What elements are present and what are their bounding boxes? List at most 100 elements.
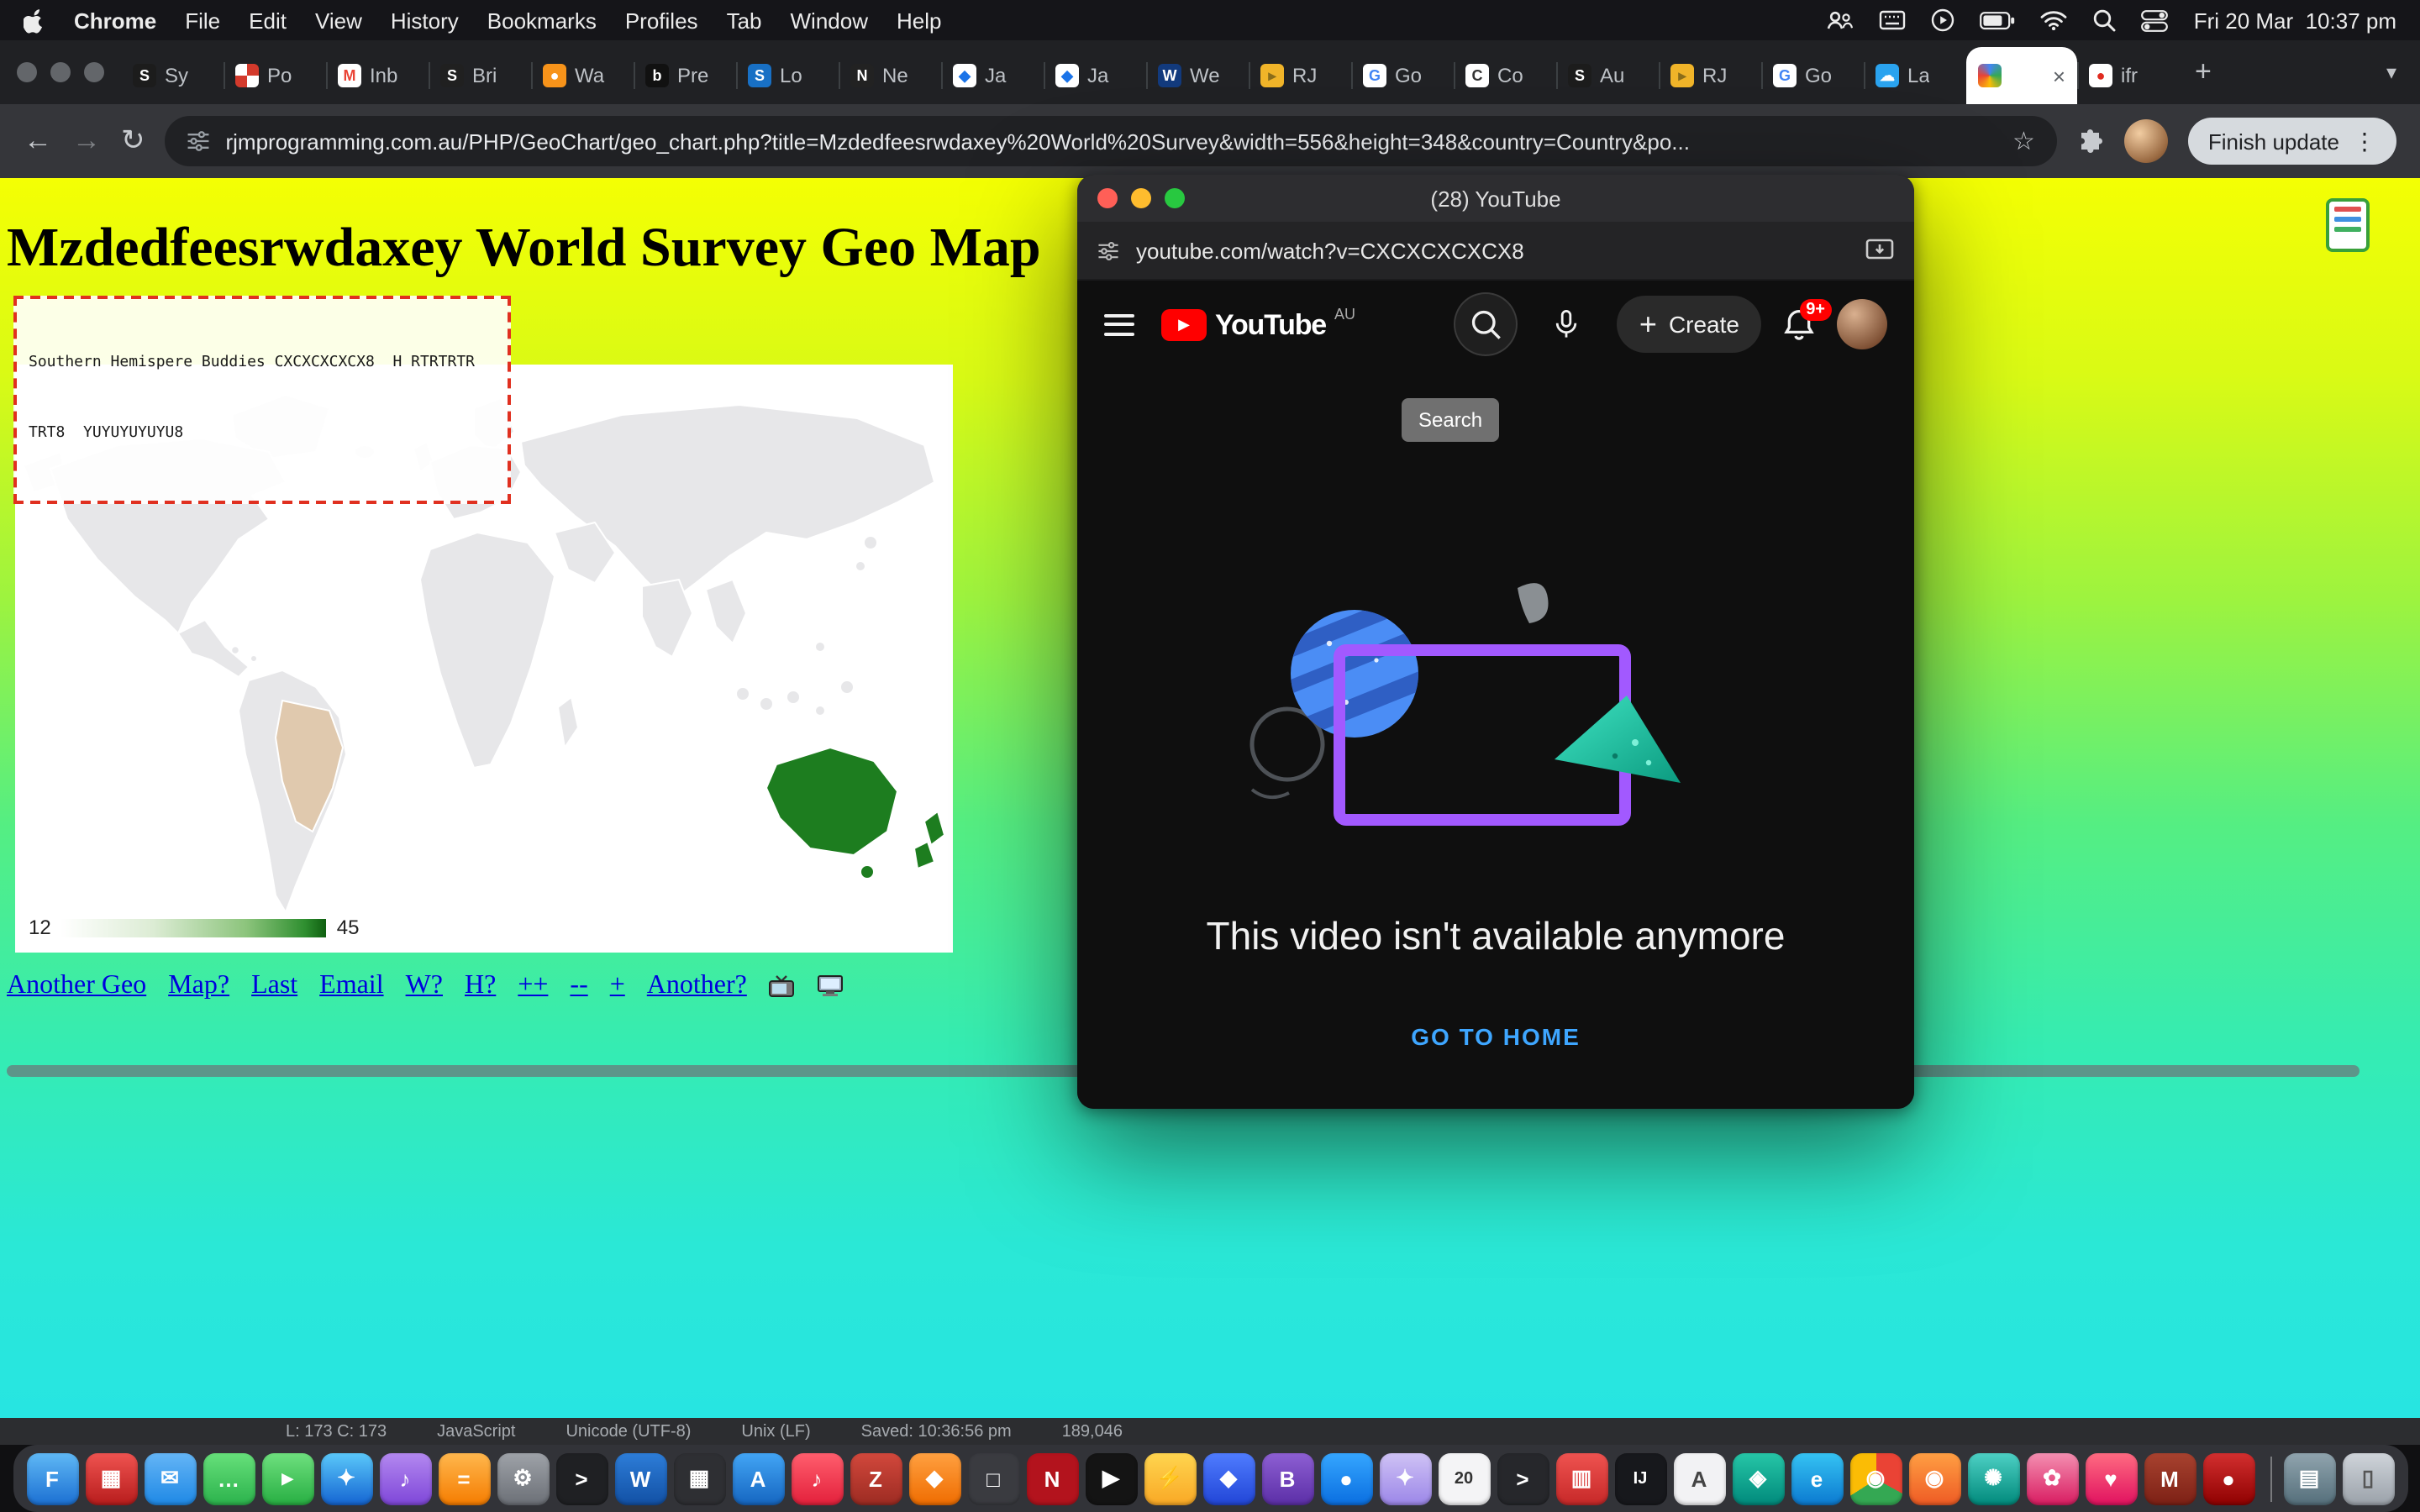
back-button[interactable]: ← xyxy=(24,124,52,158)
link-another-geo[interactable]: Another Geo xyxy=(7,971,146,1001)
finish-update-button[interactable]: Finish update ⋮ xyxy=(2188,118,2396,165)
browser-tab[interactable]: GGo xyxy=(1351,47,1454,104)
dock-app-messages[interactable]: … xyxy=(203,1452,255,1504)
account-avatar[interactable] xyxy=(1837,299,1887,349)
dock-app-terminal[interactable]: > xyxy=(1497,1452,1549,1504)
browser-tab[interactable]: bPre xyxy=(634,47,736,104)
menu-bookmarks[interactable]: Bookmarks xyxy=(487,8,597,33)
link-h[interactable]: H? xyxy=(465,971,496,1001)
browser-tab[interactable]: MInb xyxy=(326,47,429,104)
menu-file[interactable]: File xyxy=(185,8,220,33)
battery-icon[interactable] xyxy=(1981,11,2016,29)
dock-app-appstore[interactable]: A xyxy=(732,1452,784,1504)
youtube-logo[interactable]: ▶ YouTube AU xyxy=(1161,308,1355,340)
extensions-icon[interactable] xyxy=(2077,128,2104,155)
menu-edit[interactable]: Edit xyxy=(249,8,287,33)
menu-tab[interactable]: Tab xyxy=(727,8,762,33)
browser-tab[interactable]: SLo xyxy=(736,47,839,104)
dock-app-app[interactable]: ● xyxy=(2202,1452,2254,1504)
dock-app-safari[interactable]: ✦ xyxy=(320,1452,372,1504)
browser-tab[interactable]: SBri xyxy=(429,47,531,104)
survey-textbox[interactable]: Southern Hemispere Buddies CXCXCXCXCX8 H… xyxy=(13,296,511,503)
dock-app-app[interactable]: □ xyxy=(967,1452,1019,1504)
reload-button[interactable]: ↻ xyxy=(121,124,145,158)
tab-close-button[interactable]: × xyxy=(2053,63,2065,88)
region-tasmania[interactable] xyxy=(860,865,874,879)
dock-app-app[interactable]: ✺ xyxy=(1967,1452,2019,1504)
active-tab[interactable]: × xyxy=(1966,47,2077,104)
tv-icon[interactable] xyxy=(769,974,796,998)
link-item[interactable]: ++ xyxy=(518,971,548,1001)
dock-app-bootstrap[interactable]: B xyxy=(1261,1452,1313,1504)
omnibox[interactable]: rjmprogramming.com.au/PHP/GeoChart/geo_c… xyxy=(166,116,2057,166)
menu-history[interactable]: History xyxy=(391,8,459,33)
dock-app-app[interactable]: ♥ xyxy=(2085,1452,2137,1504)
close-window-button[interactable] xyxy=(17,62,37,82)
dock-app-trash[interactable]: ▯ xyxy=(2342,1452,2394,1504)
link-w[interactable]: W? xyxy=(406,971,443,1001)
zoom-window-button[interactable] xyxy=(84,62,104,82)
browser-tab[interactable]: SAu xyxy=(1556,47,1659,104)
country-new-zealand[interactable] xyxy=(924,811,944,845)
dock-app-app[interactable]: ◈ xyxy=(1732,1452,1784,1504)
dock-app-app[interactable]: ◆ xyxy=(908,1452,960,1504)
browser-tab[interactable]: CCo xyxy=(1454,47,1556,104)
link-another[interactable]: Another? xyxy=(647,971,747,1001)
dock-app-calendar[interactable]: 20 xyxy=(1438,1452,1490,1504)
dock-app-app[interactable]: ◆ xyxy=(1202,1452,1255,1504)
site-settings-icon[interactable] xyxy=(187,129,211,153)
dock-app-app[interactable]: ▥ xyxy=(1555,1452,1607,1504)
spotlight-icon[interactable] xyxy=(2093,8,2117,32)
browser-tab[interactable]: ☁La xyxy=(1864,47,1966,104)
dock-app-settings[interactable]: ⚙ xyxy=(497,1452,549,1504)
dock-app-calculator[interactable]: = xyxy=(438,1452,490,1504)
browser-tab[interactable]: ◆Ja xyxy=(941,47,1044,104)
screen-mirroring-icon[interactable] xyxy=(1828,9,1854,31)
search-icon[interactable] xyxy=(1456,294,1517,354)
tab-overflow-chevron[interactable]: ▾ xyxy=(2386,60,2407,84)
link-email[interactable]: Email xyxy=(319,971,383,1001)
create-button[interactable]: + Create xyxy=(1618,296,1761,353)
wifi-icon[interactable] xyxy=(2041,10,2068,30)
browser-tab[interactable]: WWe xyxy=(1146,47,1249,104)
menu-view[interactable]: View xyxy=(315,8,362,33)
dock-app-app[interactable]: M xyxy=(2144,1452,2196,1504)
menubar-clock[interactable]: Fri 20 Mar 10:37 pm xyxy=(2194,8,2396,33)
microphone-icon[interactable] xyxy=(1537,294,1597,354)
dock-app-textedit[interactable]: A xyxy=(1673,1452,1725,1504)
browser-tab[interactable]: ▸RJ xyxy=(1249,47,1351,104)
dock-app-finder[interactable]: F xyxy=(26,1452,78,1504)
menu-help[interactable]: Help xyxy=(897,8,942,33)
computer-icon[interactable] xyxy=(818,974,844,998)
dock-app-app[interactable]: ◉ xyxy=(1908,1452,1960,1504)
dock-app-mail[interactable]: ✉ xyxy=(144,1452,196,1504)
menu-app-name[interactable]: Chrome xyxy=(74,8,156,33)
dock-app-filezilla[interactable]: Z xyxy=(850,1452,902,1504)
dock-app-chrome[interactable]: ◉ xyxy=(1849,1452,1902,1504)
dock-app-launchpad[interactable]: ▦ xyxy=(85,1452,137,1504)
control-center-icon[interactable] xyxy=(2142,9,2169,31)
browser-menu-icon[interactable]: ⋮ xyxy=(2353,127,2376,155)
profile-avatar[interactable] xyxy=(2124,119,2168,163)
youtube-url-bar[interactable]: youtube.com/watch?v=CXCXCXCXCX8 xyxy=(1077,222,1914,281)
dock-app-app[interactable]: ⚡ xyxy=(1144,1452,1196,1504)
dock-app-files[interactable]: ▤ xyxy=(2283,1452,2335,1504)
dock-app-music[interactable]: ♪ xyxy=(791,1452,843,1504)
new-tab-button[interactable]: + xyxy=(2180,55,2227,89)
hamburger-menu-icon[interactable] xyxy=(1104,313,1134,335)
dock-app-tv[interactable]: ▶ xyxy=(1085,1452,1137,1504)
dock-app-word[interactable]: W xyxy=(614,1452,666,1504)
save-to-device-icon[interactable] xyxy=(1865,239,1894,262)
apple-menu-icon[interactable] xyxy=(24,8,45,33)
play-icon[interactable] xyxy=(1932,8,1955,32)
browser-tab[interactable]: ●ifr xyxy=(2077,47,2180,104)
browser-tab[interactable]: ●Wa xyxy=(531,47,634,104)
notifications-bell-icon[interactable]: 9+ xyxy=(1781,307,1817,342)
zoom-button[interactable] xyxy=(1165,188,1185,208)
browser-tab[interactable]: SSy xyxy=(121,47,224,104)
site-settings-icon[interactable] xyxy=(1097,239,1119,261)
dock-app-app[interactable]: ✿ xyxy=(2026,1452,2078,1504)
bookmark-star-icon[interactable]: ☆ xyxy=(2012,126,2035,156)
dock-app-intellij[interactable]: IJ xyxy=(1614,1452,1666,1504)
dock-app-edge[interactable]: e xyxy=(1791,1452,1843,1504)
